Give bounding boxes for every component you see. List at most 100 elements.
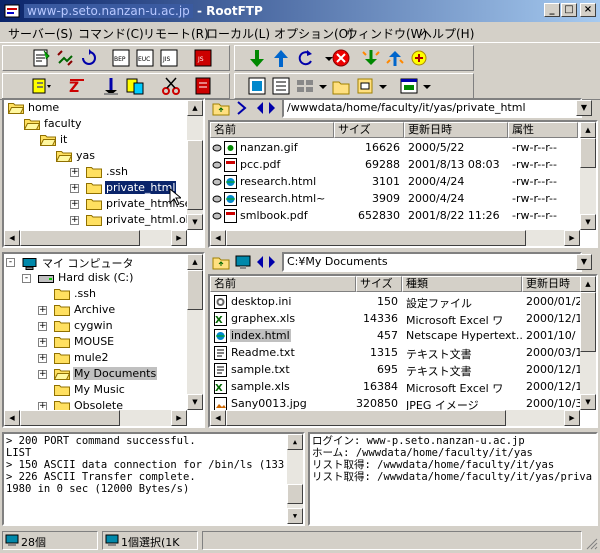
arrow-down-icon[interactable]: [246, 47, 268, 69]
arrow-up-icon[interactable]: [270, 47, 292, 69]
table-row[interactable]: desktop.ini 150 設定ファイル 2000/01/2: [210, 294, 580, 311]
scroll-thumb[interactable]: [580, 292, 596, 352]
remote-tree-pane[interactable]: home faculty it yas + .ssh + private_html + priva…: [2, 98, 205, 248]
table-row[interactable]: Xgraphex.xls 14336 Microsoft Excel ワ 2000/1…: [210, 311, 580, 328]
table-row[interactable]: nanzan.gif 16626 2000/5/22 -rw-r--r--: [210, 140, 578, 157]
tree-item[interactable]: + private_html.old: [70, 213, 187, 229]
remote-path-field[interactable]: /wwwdata/home/faculty/it/yas/private_htm…: [282, 98, 582, 118]
local-tree-vscroll[interactable]: ▲ ▼: [187, 254, 203, 410]
stop-icon[interactable]: [330, 47, 352, 69]
col-name[interactable]: 名前: [210, 122, 334, 138]
tree-item[interactable]: + cygwin: [38, 319, 114, 335]
connect-icon[interactable]: [30, 47, 52, 69]
tree-item[interactable]: - マイ コンピュータ: [6, 255, 135, 271]
window-dropdown-icon[interactable]: [416, 75, 438, 97]
expand-icon[interactable]: -: [6, 258, 15, 267]
euc-icon[interactable]: EUC: [134, 47, 156, 69]
remote-files-vscroll[interactable]: ▲ ▼: [580, 122, 596, 230]
expand-icon[interactable]: +: [38, 354, 47, 363]
sjis-icon[interactable]: JS: [192, 47, 214, 69]
properties-dropdown-icon[interactable]: [372, 75, 394, 97]
remote-tree-vscroll[interactable]: ▲ ▼: [187, 100, 203, 230]
tree-item[interactable]: faculty: [24, 117, 83, 133]
mirror-down-icon[interactable]: [360, 47, 382, 69]
menu-server[interactable]: サーバー(S): [8, 25, 73, 42]
table-row[interactable]: smlbook.pdf 652830 2001/8/22 11:26 -rw-r--r…: [210, 208, 578, 225]
cut-icon[interactable]: [160, 75, 182, 97]
expand-icon[interactable]: +: [70, 216, 79, 225]
scroll-left-icon[interactable]: ◀: [4, 230, 20, 246]
scroll-down-icon[interactable]: ▼: [187, 394, 203, 410]
scroll-thumb[interactable]: [187, 270, 203, 310]
remote-path-dropdown[interactable]: ▼: [576, 100, 592, 116]
table-row[interactable]: research.html~ 3909 2000/4/24 -rw-r--r--: [210, 191, 578, 208]
jis-icon[interactable]: JIS: [158, 47, 180, 69]
local-path-dropdown[interactable]: ▼: [576, 254, 592, 270]
scroll-up-icon[interactable]: ▲: [580, 122, 596, 138]
scroll-left-icon[interactable]: ◀: [210, 230, 226, 246]
upload-icon[interactable]: [100, 75, 122, 97]
local-tree-hscroll[interactable]: ◀ ▶: [4, 410, 187, 426]
scroll-down-icon[interactable]: ▼: [187, 214, 203, 230]
tree-item[interactable]: + Archive: [38, 303, 116, 319]
transfer-mode-icon[interactable]: [30, 75, 52, 97]
expand-icon[interactable]: -: [22, 274, 31, 283]
table-row[interactable]: sample.txt 695 テキスト文書 2000/12/1: [210, 362, 580, 379]
scroll-down-icon[interactable]: ▼: [287, 508, 303, 524]
tree-item[interactable]: .ssh: [40, 287, 97, 303]
scroll-up-icon[interactable]: ▲: [187, 254, 203, 270]
sync-icon[interactable]: [408, 47, 430, 69]
back-forward-icon[interactable]: [256, 255, 276, 269]
table-row[interactable]: index.html 457 Netscape Hypertext... 2001/1…: [210, 328, 580, 345]
menu-remote[interactable]: リモート(R): [143, 25, 209, 42]
close-button[interactable]: ×: [580, 3, 596, 17]
scroll-thumb[interactable]: [580, 138, 596, 168]
scroll-thumb[interactable]: [226, 230, 526, 246]
local-files-hscroll[interactable]: ◀ ▶: [210, 410, 580, 426]
col-type[interactable]: 種類: [402, 276, 522, 292]
expand-icon[interactable]: +: [70, 184, 79, 193]
table-row[interactable]: Xsample.xls 16384 Microsoft Excel ワ 2000/12…: [210, 379, 580, 396]
expand-icon[interactable]: +: [70, 168, 79, 177]
col-attr[interactable]: 属性: [508, 122, 578, 138]
tree-item[interactable]: + My Documents: [38, 367, 158, 383]
back-forward-icon[interactable]: [256, 101, 276, 115]
col-size[interactable]: サイズ: [356, 276, 402, 292]
remote-files-hscroll[interactable]: ◀ ▶: [210, 230, 580, 246]
tree-item[interactable]: - Hard disk (C:): [22, 271, 134, 287]
expand-icon[interactable]: +: [38, 338, 47, 347]
view-list-icon[interactable]: [270, 75, 292, 97]
scroll-up-icon[interactable]: ▲: [580, 276, 596, 292]
tree-item[interactable]: + MOUSE: [38, 335, 115, 351]
tree-item[interactable]: yas: [56, 149, 96, 165]
local-path-field[interactable]: C:¥My Documents: [282, 252, 582, 272]
scroll-down-icon[interactable]: ▼: [580, 214, 596, 230]
scroll-thumb[interactable]: [20, 230, 140, 246]
expand-icon[interactable]: +: [38, 402, 47, 410]
download-icon[interactable]: [124, 75, 146, 97]
mirror-up-icon[interactable]: [384, 47, 406, 69]
chevron-right-icon[interactable]: [236, 101, 248, 115]
col-date[interactable]: 更新日時: [522, 276, 582, 292]
delete-icon[interactable]: [192, 75, 214, 97]
tree-item[interactable]: + mule2: [38, 351, 110, 367]
col-size[interactable]: サイズ: [334, 122, 404, 138]
local-file-pane[interactable]: 名前 サイズ 種類 更新日時 desktop.ini 150 設定ファイル 2000/…: [208, 274, 598, 428]
tree-item[interactable]: home: [8, 101, 60, 117]
expand-icon[interactable]: +: [38, 306, 47, 315]
menu-help[interactable]: ヘルプ(H): [420, 25, 474, 42]
resize-grip-icon[interactable]: [584, 536, 598, 550]
scroll-up-icon[interactable]: ▲: [187, 100, 203, 116]
table-row[interactable]: pcc.pdf 69288 2001/8/13 08:03 -rw-r--r--: [210, 157, 578, 174]
scroll-down-icon[interactable]: ▼: [580, 394, 596, 410]
scroll-thumb[interactable]: [226, 410, 506, 426]
scroll-up-icon[interactable]: ▲: [287, 434, 303, 450]
minimize-button[interactable]: _: [544, 3, 560, 17]
expand-icon[interactable]: +: [38, 370, 47, 379]
table-row[interactable]: Readme.txt 1315 テキスト文書 2000/03/1: [210, 345, 580, 362]
expand-icon[interactable]: +: [38, 322, 47, 331]
scroll-thumb[interactable]: [187, 140, 203, 210]
tree-item[interactable]: + Obsolete: [38, 399, 124, 410]
parent-folder-icon[interactable]: [212, 100, 230, 116]
tree-item[interactable]: My Music: [40, 383, 126, 399]
